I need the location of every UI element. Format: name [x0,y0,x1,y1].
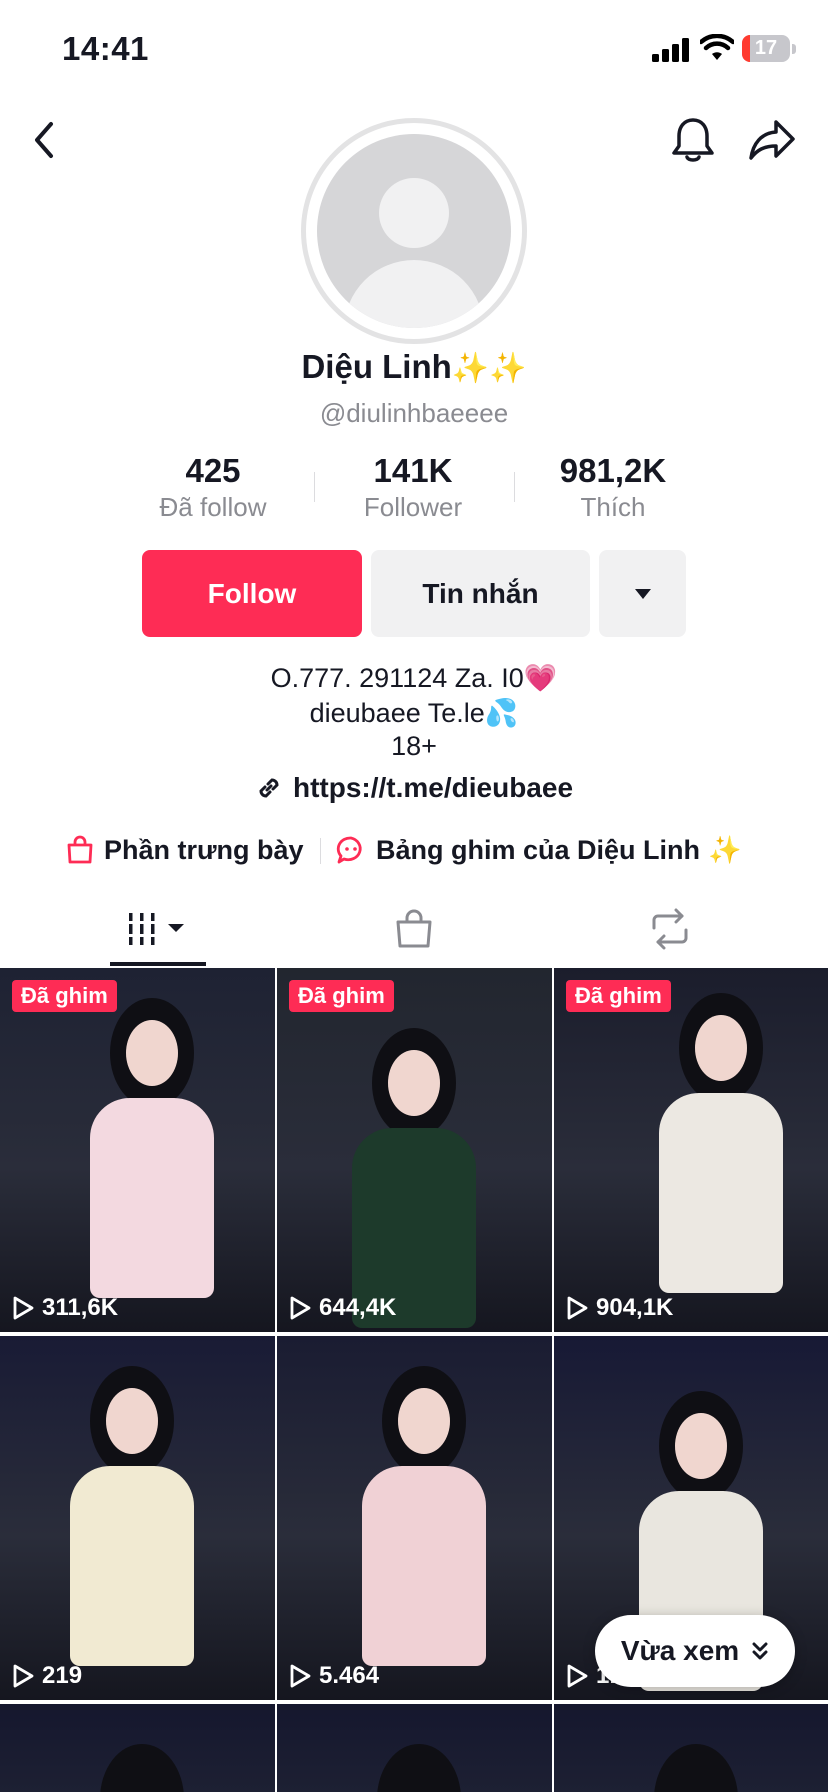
view-count-text: 644,4K [319,1294,397,1321]
video-thumbnail[interactable]: Đã ghim 644,4K [277,968,552,1332]
stat-value: 141K [373,452,453,489]
showcase-label: Phần trưng bày [104,834,304,865]
tab-shop[interactable] [366,890,462,968]
wifi-icon [700,34,734,60]
shopping-bag-icon [396,909,432,948]
thumbnail-figure-face [695,1015,747,1081]
profile-stats: 425 Đã follow 141K Follower 981,2K Thích [0,452,828,522]
view-count: 5.464 [289,1662,379,1690]
pinboard-label: Bảng ghim của Diệu Linh [376,834,701,865]
pinboard-link[interactable]: Bảng ghim của Diệu Linh ✨ [336,830,742,870]
stat-value: 981,2K [559,452,667,489]
battery-icon: 17 [742,35,790,62]
video-thumbnail[interactable] [554,1704,828,1792]
profile-tabs [0,890,828,968]
profile-username: @diulinhbaeeee [319,398,509,428]
view-count-text: 311,6K [42,1294,119,1321]
bio-line: 18+ [391,731,437,761]
play-icon [13,1664,34,1688]
view-count-text: 904,1K [596,1294,674,1321]
caret-down-icon [634,588,651,599]
battery-percentage: 17 [754,37,778,59]
sparkles-emoji: ✨ [708,835,742,865]
stat-likes[interactable]: 981,2K Thích [513,452,713,523]
video-thumbnail[interactable] [277,1704,552,1792]
display-name-text: Diệu Linh [301,348,452,385]
double-chevron-down-icon [752,1642,768,1660]
sparkles-emoji: ✨✨ [451,352,527,385]
thumbnail-figure-face [388,1050,440,1116]
profile-avatar[interactable] [301,118,527,344]
pinned-badge: Đã ghim [289,980,394,1012]
bio-link-text: https://t.me/dieubaee [292,772,574,803]
tab-videos[interactable] [110,890,206,968]
view-count-text: 219 [42,1662,83,1689]
video-thumbnail[interactable]: 5.464 [277,1336,552,1700]
stat-followers[interactable]: 141K Follower [313,452,513,523]
bell-icon [672,118,714,162]
view-count: 904,1K [566,1294,673,1322]
tab-reposts[interactable] [622,890,718,968]
view-count: 644,4K [289,1294,396,1322]
stat-label: Thích [580,492,646,522]
follow-button[interactable]: Follow [142,550,362,637]
video-thumbnail[interactable]: Đã ghim 904,1K [554,968,828,1332]
thumbnail-figure-face [398,1388,450,1454]
pinned-badge: Đã ghim [566,980,671,1012]
view-count-text: 5.464 [319,1662,380,1689]
view-count: 311,6K [12,1294,118,1322]
view-count: 219 [12,1662,82,1690]
active-tab-indicator [110,962,206,966]
link-icon [259,778,279,798]
back-button[interactable] [22,112,66,168]
share-arrow-icon [749,120,795,160]
notification-bell-button[interactable] [668,112,718,168]
cellular-signal-icon [652,38,689,62]
message-button[interactable]: Tin nhắn [371,550,590,637]
recently-viewed-label: Vừa xem [620,1635,740,1666]
suggested-accounts-button[interactable] [599,550,686,637]
chat-bubble-icon [336,836,362,864]
video-thumbnail[interactable]: Đã ghim 311,6K [0,968,275,1332]
showcase-link[interactable]: Phần trưng bày [66,830,304,870]
profile-display-name: Diệu Linh✨✨ [0,348,828,386]
bio-line: O.777. 291124 Za. I0💗 [270,663,558,693]
video-thumbnail[interactable] [0,1704,275,1792]
thumbnail-figure-body [362,1466,486,1666]
pinned-badge: Đã ghim [12,980,117,1012]
thumbnail-figure-hair [654,1744,738,1792]
play-icon [290,1664,311,1688]
thumbnail-figure-face [675,1413,727,1479]
play-icon [290,1296,311,1320]
status-bar: 14:41 17 [0,0,828,100]
shelf-divider [320,838,321,864]
thumbnail-figure-body [659,1093,783,1293]
thumbnail-figure-face [106,1388,158,1454]
thumbnail-figure-hair [100,1744,184,1792]
share-button[interactable] [746,112,798,168]
chevron-left-icon [35,122,53,158]
default-avatar-icon [317,134,511,328]
video-thumbnail[interactable]: 219 [0,1336,275,1700]
stat-label: Follower [363,492,463,522]
status-time: 14:41 [62,30,149,67]
play-icon [567,1664,588,1688]
bio-link[interactable]: https://t.me/dieubaee [0,772,828,804]
stat-label: Đã follow [159,492,267,522]
recently-viewed-button[interactable]: Vừa xem [595,1615,795,1687]
thumbnail-figure-face [126,1020,178,1086]
grid-icon [126,913,184,945]
bio-line: dieubaee Te.le💦 [309,698,519,728]
battery-tip [792,44,796,54]
stat-value: 425 [185,452,241,489]
repost-icon [652,908,688,950]
play-icon [13,1296,34,1320]
shopping-bag-icon [67,835,93,864]
thumbnail-figure-hair [377,1744,461,1792]
stat-following[interactable]: 425 Đã follow [113,452,313,523]
thumbnail-figure-body [70,1466,194,1666]
play-icon [567,1296,588,1320]
thumbnail-figure-body [90,1098,214,1298]
